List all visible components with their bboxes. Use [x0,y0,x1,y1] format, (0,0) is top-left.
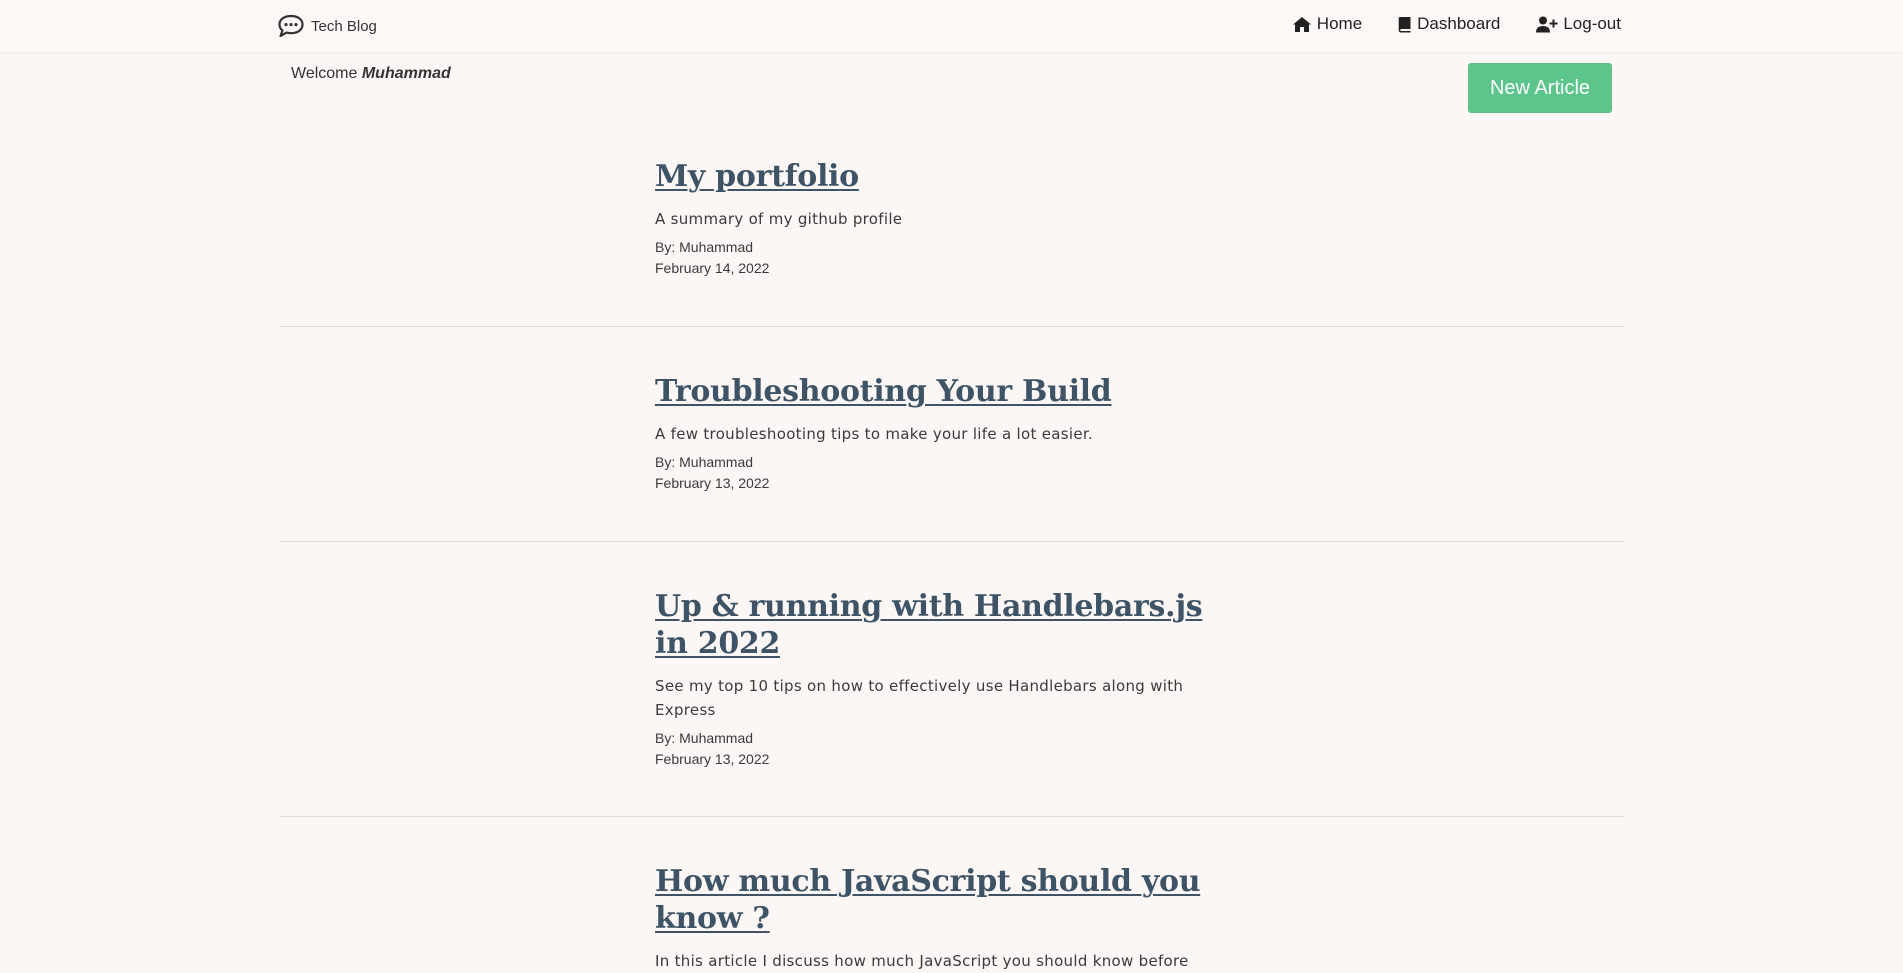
post-divider [279,816,1624,817]
post-description: In this article I discuss how much JavaS… [655,952,1189,970]
home-icon [1292,16,1312,33]
post-title-link[interactable]: How much JavaScript should you know ? [655,863,1215,937]
post-title-link[interactable]: My portfolio [655,158,1215,195]
nav-dashboard-link[interactable]: Dashboard [1398,14,1500,34]
post-description: A few troubleshooting tips to make your … [655,425,1093,443]
post-date: February 14, 2022 [655,260,770,276]
user-plus-icon [1536,16,1558,33]
nav-dashboard-label: Dashboard [1417,14,1501,33]
post-title-link[interactable]: Up & running with Handlebars.js in 2022 [655,588,1215,662]
brand-label: Tech Blog [311,17,377,35]
post-date: February 13, 2022 [655,475,770,491]
post-description: See my top 10 tips on how to effectively… [655,677,1184,719]
nav-logout-link[interactable]: Log-out [1536,14,1621,34]
nav-home-link[interactable]: Home [1292,14,1362,34]
welcome-prefix: Welcome [291,65,358,82]
navbar: Tech Blog Home Dashboard Log-out [0,0,1903,52]
book-icon [1398,16,1412,33]
nav-logout-label: Log-out [1563,14,1621,33]
post-author: By: Muhammad [655,239,754,255]
nav-links: Home Dashboard Log-out [1292,14,1621,34]
brand[interactable]: Tech Blog [277,13,377,39]
new-article-button[interactable]: New Article [1468,63,1612,113]
post-title-link[interactable]: Troubleshooting Your Build [655,373,1215,410]
post-description: A summary of my github profile [655,210,903,228]
post-date: February 13, 2022 [655,751,770,767]
post-divider [279,541,1624,542]
post-divider [279,326,1624,327]
nav-home-label: Home [1316,14,1363,33]
chat-bubble-icon [277,13,305,39]
post-author: By: Muhammad [655,730,754,746]
post-author: By: Muhammad [655,454,754,470]
welcome-message: Welcome Muhammad [291,65,451,83]
welcome-username: Muhammad [361,65,451,82]
